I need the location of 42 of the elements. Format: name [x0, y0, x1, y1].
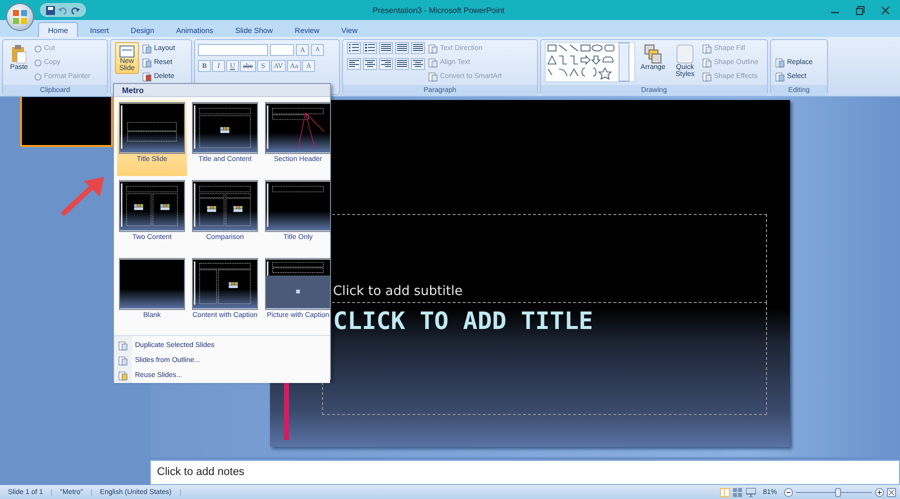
line-spacing-icon[interactable]	[413, 44, 423, 52]
outdent-icon[interactable]	[381, 44, 391, 52]
bullet-list-icon[interactable]	[349, 44, 359, 52]
stacked-squares-icon	[644, 44, 662, 64]
save-icon[interactable]	[46, 6, 55, 14]
menu-heading: Metro	[114, 84, 330, 97]
zoom-thumb[interactable]	[834, 488, 841, 496]
notes-field[interactable]: Click to add notes	[150, 460, 900, 485]
align-left-icon[interactable]	[349, 60, 359, 68]
layout-thumbnail	[119, 180, 185, 232]
window-title: Presentation3 - Microsoft PowerPoint	[371, 6, 506, 14]
numbered-list-icon[interactable]	[365, 44, 375, 52]
clipboard-icon	[11, 44, 27, 64]
zoom-out-icon[interactable]	[784, 488, 793, 496]
slide-icon	[119, 44, 135, 58]
layout-thumbnail	[192, 258, 258, 310]
office-button[interactable]	[6, 3, 34, 31]
zoom-in-icon[interactable]	[875, 488, 884, 496]
subtitle-text: Click to add subtitle	[333, 284, 463, 299]
align-center-icon[interactable]	[365, 60, 375, 68]
font-name-field[interactable]	[198, 44, 268, 56]
title-text: CLICK TO ADD TITLE	[333, 307, 594, 335]
layout-thumbnail	[192, 102, 258, 154]
fit-to-window-icon[interactable]	[887, 488, 896, 496]
slide-thumbnail[interactable]	[20, 97, 113, 147]
align-right-icon[interactable]	[381, 60, 391, 68]
office-logo-icon	[12, 9, 28, 25]
indent-icon[interactable]	[397, 44, 407, 52]
shape-gallery-drawing[interactable]	[545, 42, 635, 82]
zoom-slider[interactable]	[796, 488, 872, 496]
restore-icon[interactable]	[856, 6, 865, 14]
close-icon[interactable]	[881, 6, 890, 14]
layout-thumbnail	[119, 102, 185, 154]
layout-thumbnail	[119, 258, 185, 310]
redo-icon[interactable]	[71, 6, 80, 14]
annotation-arrow	[60, 175, 106, 217]
columns-icon[interactable]	[413, 60, 423, 68]
layout-thumbnail	[192, 180, 258, 232]
style-swatch-icon	[676, 44, 694, 64]
justify-icon[interactable]	[397, 60, 407, 68]
slide-show-icon[interactable]	[746, 488, 756, 496]
font-size-field[interactable]	[270, 44, 294, 56]
